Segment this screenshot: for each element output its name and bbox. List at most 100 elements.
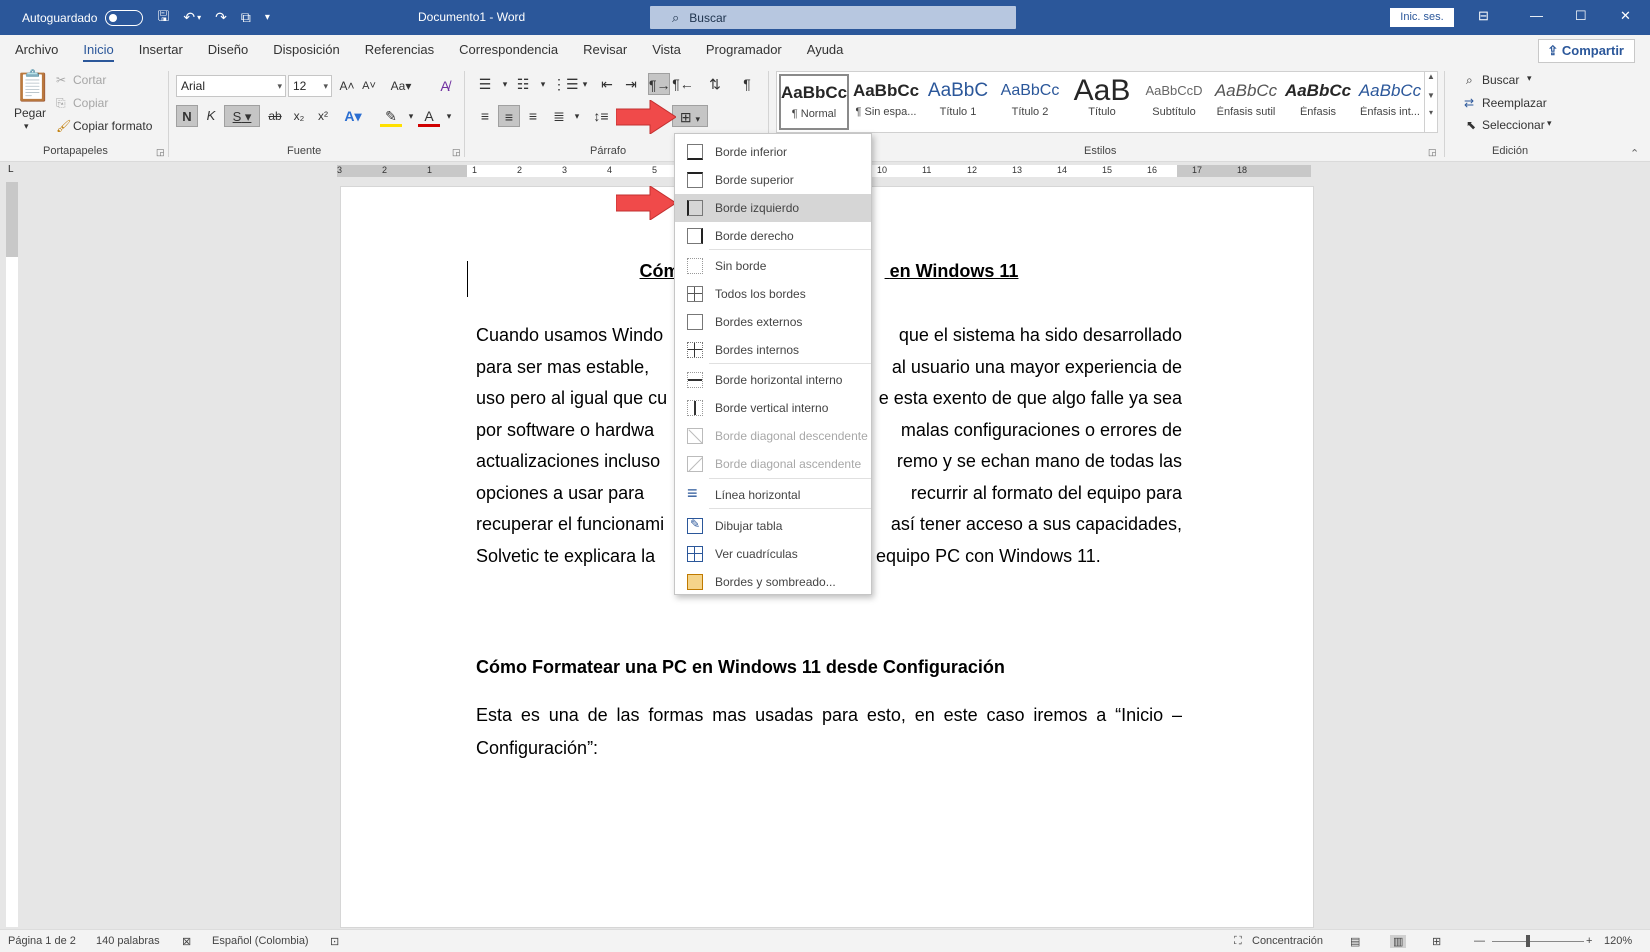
menu-item-inside-borders[interactable]: Bordes internos <box>675 336 871 364</box>
menu-item-borders-shading[interactable]: Bordes y sombreado... <box>675 568 871 596</box>
page-counter[interactable]: Página 1 de 2 <box>8 935 76 947</box>
menu-item-inside-vertical-border[interactable]: Borde vertical interno <box>675 394 871 422</box>
tab-inicio[interactable]: Inicio <box>83 35 115 65</box>
tab-referencias[interactable]: Referencias <box>365 35 434 65</box>
word-count[interactable]: 140 palabras <box>96 935 160 947</box>
styles-launcher-icon[interactable]: ◲ <box>1428 147 1437 158</box>
web-layout-icon[interactable]: ⊞ <box>1432 935 1441 948</box>
zoom-slider-thumb[interactable] <box>1526 935 1530 947</box>
styles-scroll[interactable]: ▲ ▼ ▾ <box>1424 71 1438 133</box>
font-launcher-icon[interactable]: ◲ <box>452 147 461 158</box>
paste-button[interactable]: Pegar <box>14 106 46 120</box>
minimize-icon[interactable]: — <box>1530 8 1543 23</box>
present-icon[interactable]: ⧉ <box>241 9 251 26</box>
ribbon-display-icon[interactable]: ⊟ <box>1478 8 1489 24</box>
bullets-icon[interactable]: ☰ <box>474 73 496 95</box>
style-no-spacing[interactable]: AaBbCc ¶ Sin espa... <box>851 74 921 130</box>
multilevel-list-icon[interactable]: ⋮☰ <box>552 73 579 95</box>
zoom-slider-track[interactable] <box>1492 941 1584 942</box>
text-effects-icon[interactable]: A▾ <box>342 105 364 127</box>
borders-button[interactable]: ⊞ ▾ <box>672 105 708 127</box>
share-button[interactable]: ⇪ Compartir <box>1538 39 1635 63</box>
numbering-icon[interactable]: ☷ <box>512 73 534 95</box>
search-box[interactable]: ⌕ Buscar <box>650 6 1016 29</box>
chevron-down-icon[interactable]: ▾ <box>1527 73 1532 84</box>
shrink-font-icon[interactable]: A˅ <box>358 75 380 97</box>
menu-item-inside-horizontal-border[interactable]: Borde horizontal interno <box>675 366 871 394</box>
menu-item-no-border[interactable]: Sin borde <box>675 252 871 280</box>
proofing-icon[interactable]: ⊠ <box>182 935 191 948</box>
tab-archivo[interactable]: Archivo <box>15 35 58 65</box>
copy-button[interactable]: Copiar <box>73 96 108 110</box>
rtl-icon[interactable]: ¶← <box>672 73 694 95</box>
menu-item-bottom-border[interactable]: Borde inferior <box>675 138 871 166</box>
signin-button[interactable]: Inic. ses. <box>1390 8 1454 27</box>
tab-insertar[interactable]: Insertar <box>139 35 183 65</box>
save-icon[interactable]: 🖫 <box>157 6 169 30</box>
tab-vista[interactable]: Vista <box>652 35 681 65</box>
clear-format-icon[interactable]: A̸ <box>434 75 456 97</box>
italic-button[interactable]: K <box>200 105 222 127</box>
style-normal[interactable]: AaBbCc ¶ Normal <box>779 74 849 130</box>
line-spacing-icon[interactable]: ↕≡ <box>590 105 612 127</box>
customize-toolbar-icon[interactable]: ▾ <box>265 12 270 23</box>
tab-correspondencia[interactable]: Correspondencia <box>459 35 558 65</box>
zoom-out-icon[interactable]: — <box>1474 935 1485 947</box>
vertical-ruler[interactable] <box>6 182 18 927</box>
style-heading1[interactable]: AaBbC Título 1 <box>923 74 993 130</box>
style-subtle-emphasis[interactable]: AaBbCc Énfasis sutil <box>1211 74 1281 130</box>
cut-button[interactable]: Cortar <box>73 73 106 87</box>
focus-icon[interactable]: ⛶ <box>1234 935 1242 948</box>
undo-icon[interactable]: ↶ <box>183 9 195 26</box>
menu-item-draw-table[interactable]: Dibujar tabla <box>675 512 871 540</box>
style-subtitle[interactable]: AaBbCcD Subtítulo <box>1139 74 1209 130</box>
strikethrough-button[interactable]: ab <box>264 105 286 127</box>
focus-mode-button[interactable]: Concentración <box>1252 935 1323 947</box>
align-center-icon[interactable]: ≡ <box>498 105 520 127</box>
select-button[interactable]: Seleccionar <box>1482 118 1545 132</box>
change-case-icon[interactable]: Aa▾ <box>390 75 412 97</box>
menu-item-right-border[interactable]: Borde derecho <box>675 222 871 250</box>
chevron-down-icon[interactable]: ▾ <box>574 73 596 95</box>
accessibility-icon[interactable]: ⊡ <box>330 935 339 948</box>
chevron-down-icon[interactable]: ▾ <box>438 105 460 127</box>
collapse-ribbon-icon[interactable]: ⌃ <box>1630 147 1639 160</box>
chevron-down-icon[interactable]: ▾ <box>566 105 588 127</box>
zoom-level[interactable]: 120% <box>1604 935 1632 947</box>
undo-dropdown-icon[interactable]: ▾ <box>197 13 201 22</box>
increase-indent-icon[interactable]: ⇥ <box>620 73 642 95</box>
scroll-down-icon[interactable]: ▼ <box>1425 91 1437 100</box>
redo-icon[interactable]: ↷ <box>215 9 227 26</box>
scroll-up-icon[interactable]: ▲ <box>1425 72 1437 81</box>
font-size-combo[interactable]: 12 ▾ <box>288 75 332 97</box>
menu-item-outside-borders[interactable]: Bordes externos <box>675 308 871 336</box>
menu-item-all-borders[interactable]: Todos los bordes <box>675 280 871 308</box>
styles-more-icon[interactable]: ▾ <box>1425 108 1437 117</box>
menu-item-top-border[interactable]: Borde superior <box>675 166 871 194</box>
format-painter-button[interactable]: Copiar formato <box>73 119 152 133</box>
tab-selector-icon[interactable]: L <box>8 164 14 175</box>
bold-button[interactable]: N <box>176 105 198 127</box>
underline-button[interactable]: S ▾ <box>224 105 260 127</box>
style-heading2[interactable]: AaBbCc Título 2 <box>995 74 1065 130</box>
ltr-icon[interactable]: ¶→ <box>648 73 671 95</box>
tab-programador[interactable]: Programador <box>706 35 782 65</box>
tab-revisar[interactable]: Revisar <box>583 35 627 65</box>
replace-button[interactable]: Reemplazar <box>1482 96 1547 110</box>
tab-ayuda[interactable]: Ayuda <box>807 35 844 65</box>
menu-item-horizontal-line[interactable]: Línea horizontal <box>675 481 871 509</box>
superscript-icon[interactable]: x² <box>312 105 334 127</box>
find-button[interactable]: Buscar <box>1482 73 1519 87</box>
chevron-down-icon[interactable]: ▾ <box>1547 118 1552 129</box>
print-layout-icon[interactable]: ▥ <box>1390 935 1407 948</box>
paste-dropdown-icon[interactable]: ▾ <box>24 121 29 132</box>
language-indicator[interactable]: Español (Colombia) <box>212 935 309 947</box>
pilcrow-icon[interactable]: ¶ <box>736 73 758 95</box>
clipboard-launcher-icon[interactable]: ◲ <box>156 147 165 158</box>
menu-item-left-border[interactable]: Borde izquierdo <box>675 194 871 222</box>
document-subheading[interactable]: Cómo Formatear una PC en Windows 11 desd… <box>476 657 1005 678</box>
style-title[interactable]: AaB Título <box>1067 74 1137 130</box>
maximize-icon[interactable]: ☐ <box>1575 8 1587 24</box>
close-icon[interactable]: ✕ <box>1620 8 1631 24</box>
read-mode-icon[interactable]: ▤ <box>1350 935 1360 948</box>
